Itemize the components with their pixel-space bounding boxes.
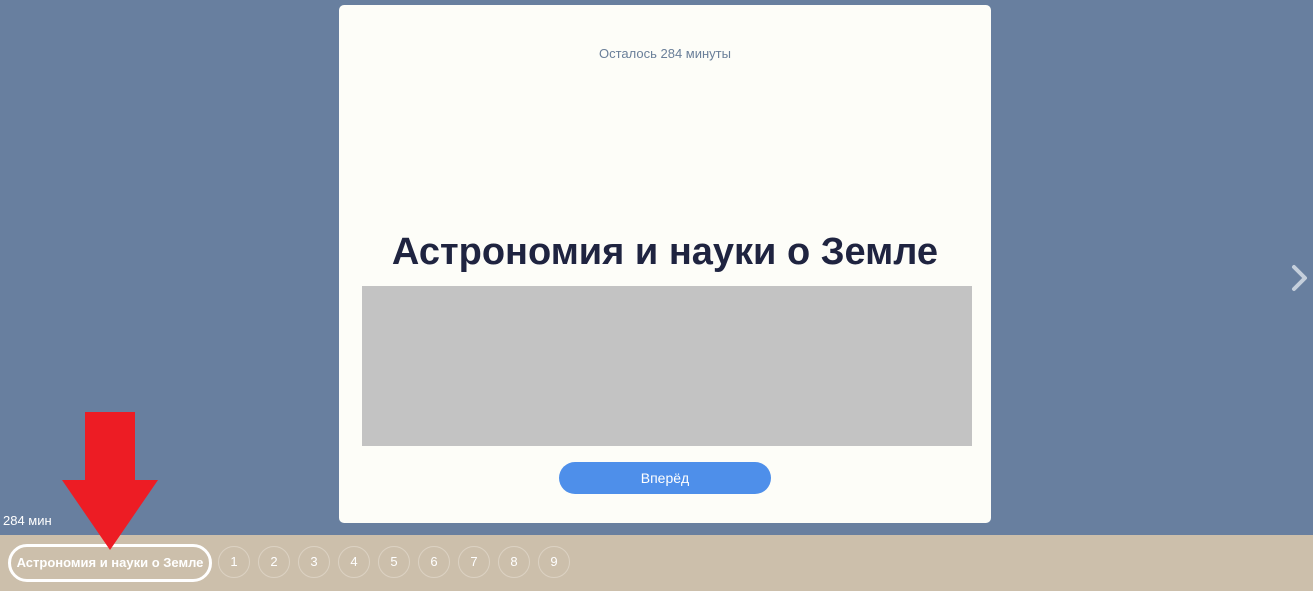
section-navigation-bar: Астрономия и науки о Земле 1 2 3 4 5 6 7… xyxy=(0,535,1313,591)
page-button-2[interactable]: 2 xyxy=(258,546,290,578)
chevron-right-icon[interactable] xyxy=(1288,262,1310,294)
question-card: Осталось 284 минуты Астрономия и науки о… xyxy=(339,5,991,523)
image-placeholder xyxy=(362,286,972,446)
page-button-4[interactable]: 4 xyxy=(338,546,370,578)
arrow-down-icon xyxy=(62,412,158,550)
time-remaining-short: 284 мин xyxy=(3,513,52,528)
section-tab-current[interactable]: Астрономия и науки о Земле xyxy=(8,544,212,582)
page-button-8[interactable]: 8 xyxy=(498,546,530,578)
next-button[interactable]: Вперёд xyxy=(559,462,771,494)
section-title: Астрономия и науки о Земле xyxy=(391,231,939,273)
page-button-9[interactable]: 9 xyxy=(538,546,570,578)
time-remaining-text: Осталось 284 минуты xyxy=(599,46,731,61)
page-button-1[interactable]: 1 xyxy=(218,546,250,578)
page-button-3[interactable]: 3 xyxy=(298,546,330,578)
page-button-5[interactable]: 5 xyxy=(378,546,410,578)
page-button-7[interactable]: 7 xyxy=(458,546,490,578)
page-button-6[interactable]: 6 xyxy=(418,546,450,578)
